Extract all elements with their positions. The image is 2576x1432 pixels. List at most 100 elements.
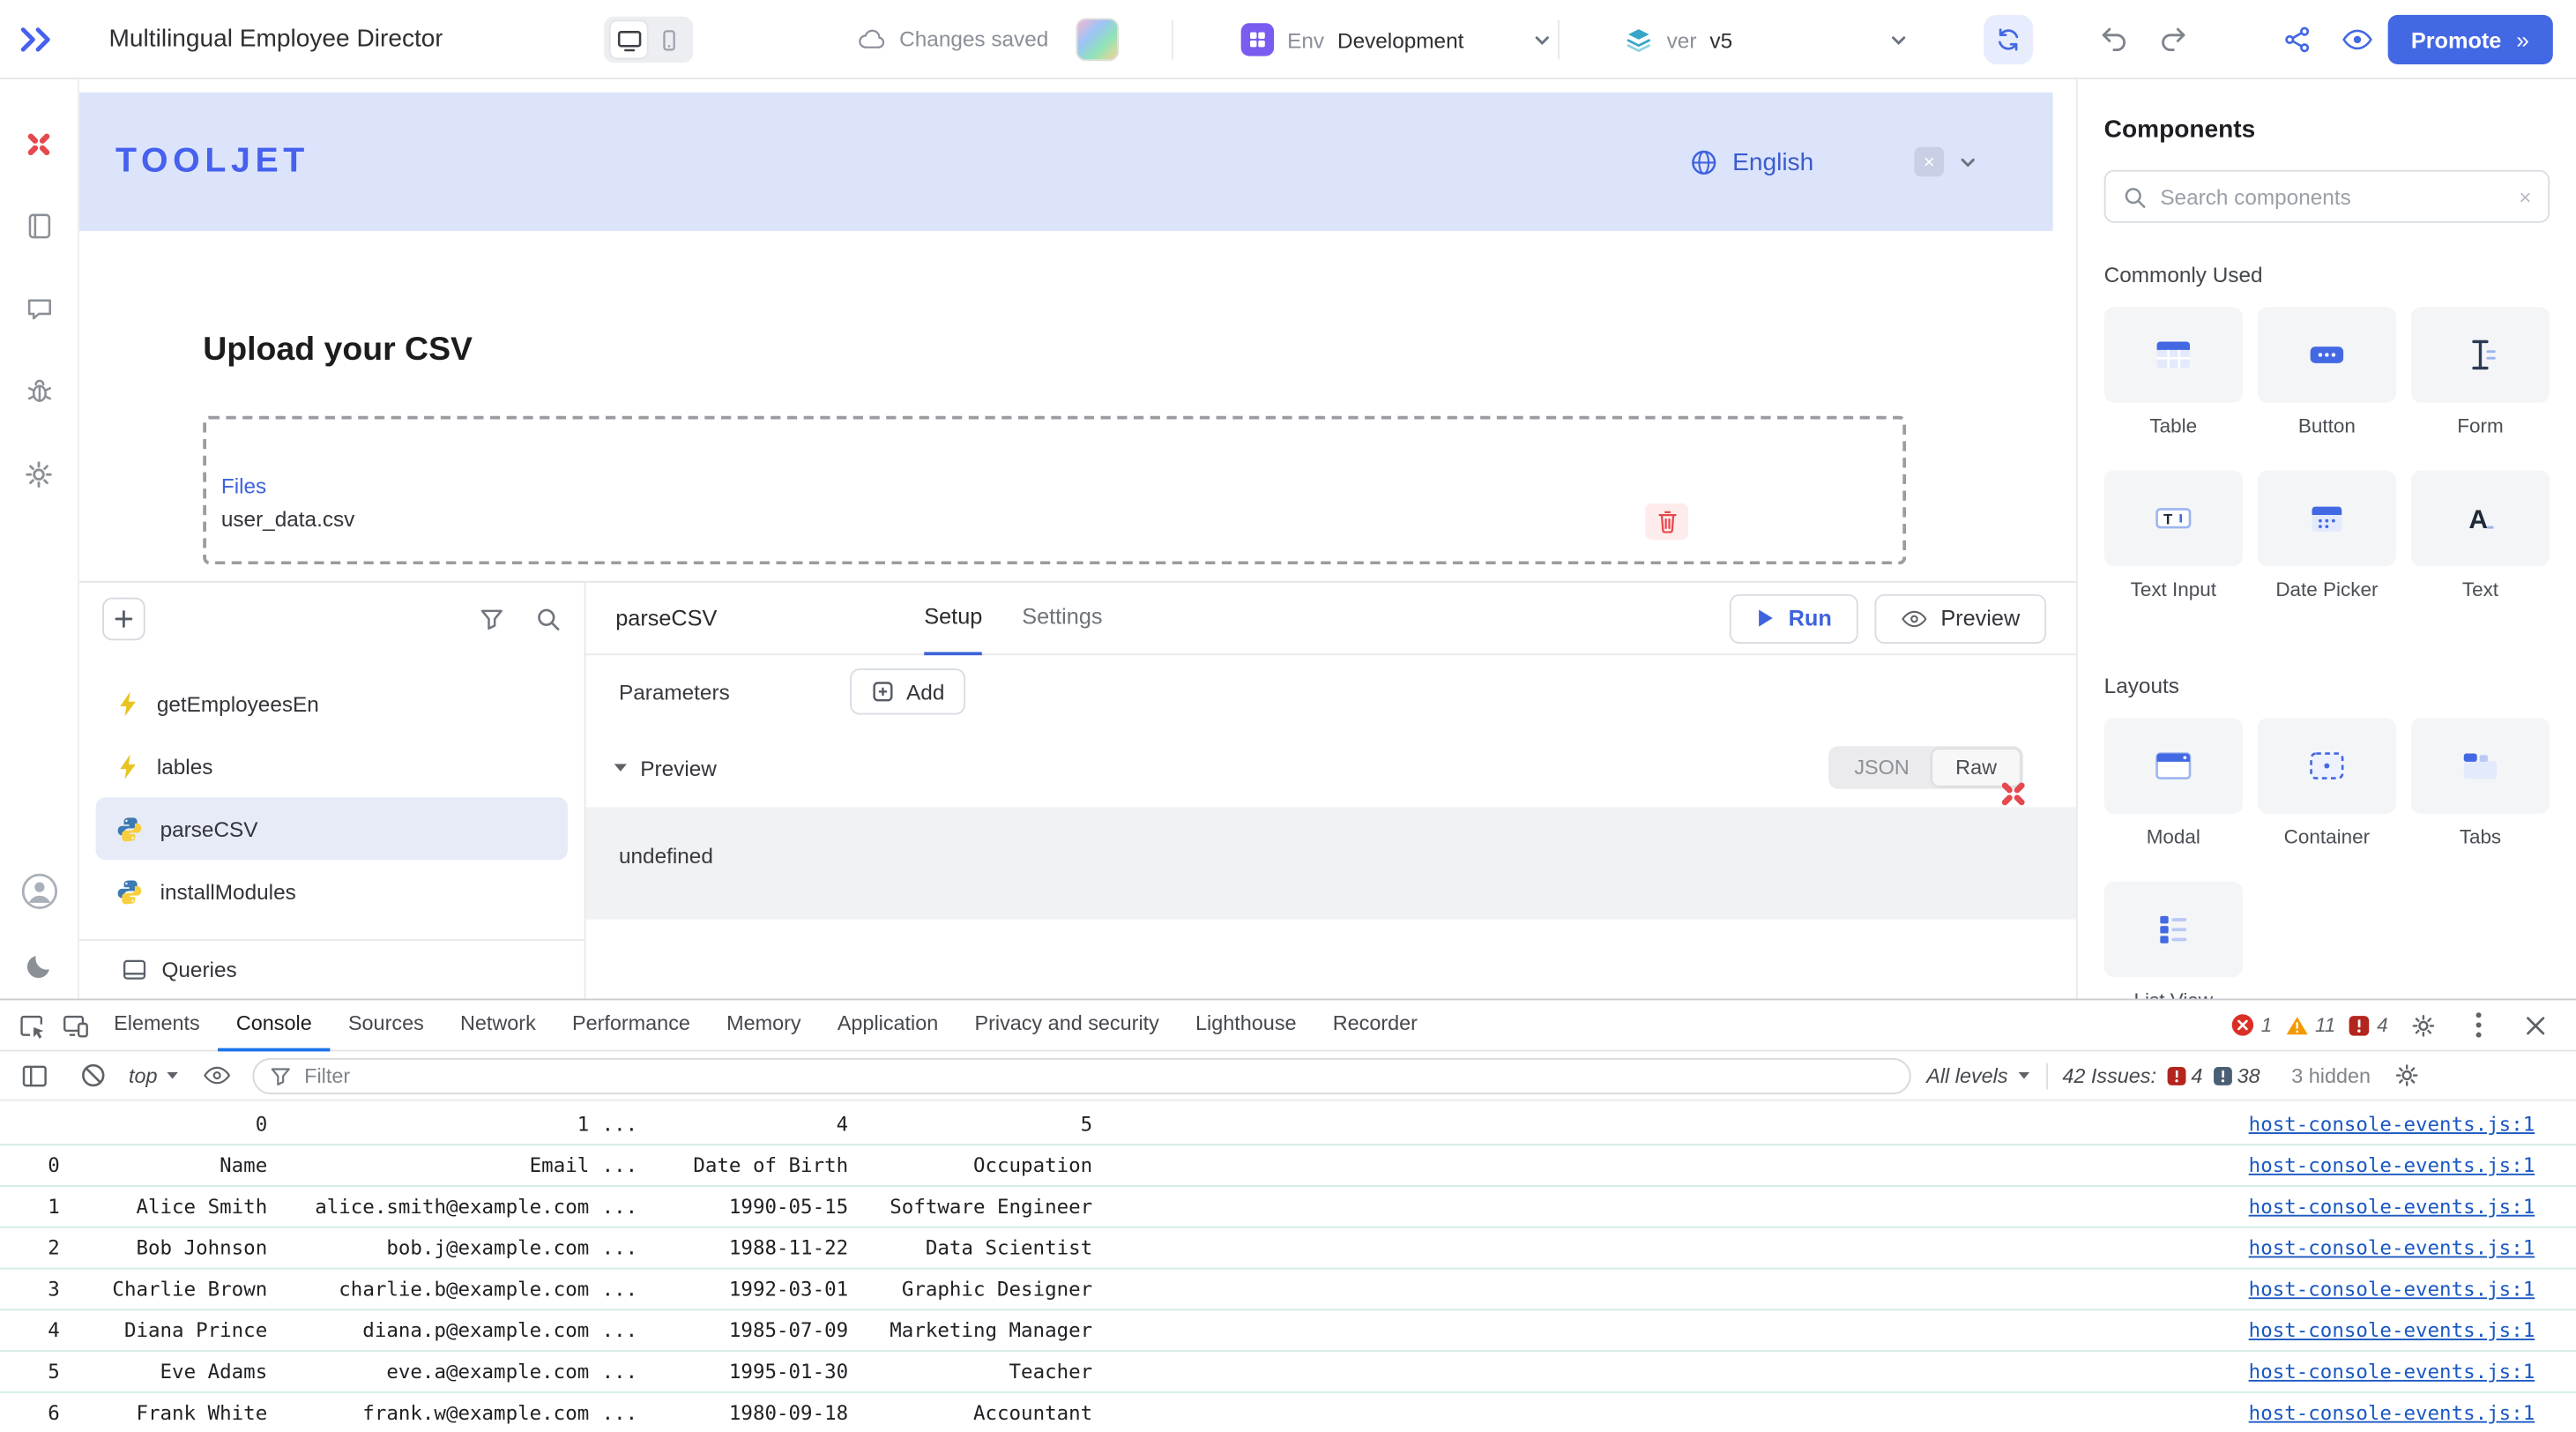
console-source-link[interactable]: host-console-events.js:1 [2249,1113,2535,1136]
warning-count[interactable]: 11 [2285,1013,2335,1036]
component-card-text-input[interactable]: T Text Input [2104,470,2243,600]
delete-file-button[interactable] [1645,503,1688,540]
tab-privacy-security[interactable]: Privacy and security [957,999,1178,1050]
tab-memory[interactable]: Memory [709,999,820,1050]
component-card-button[interactable]: Button [2258,307,2396,437]
chevron-down-icon [1959,153,1977,171]
clear-search-icon[interactable]: × [2519,184,2531,209]
file-dropzone[interactable]: Files user_data.csv [203,416,1906,564]
tab-setup[interactable]: Setup [924,583,982,655]
caret-down-icon[interactable] [612,761,629,774]
component-search[interactable]: × [2104,170,2550,223]
preview-eye-button[interactable] [2341,28,2373,51]
tab-console[interactable]: Console [218,999,330,1050]
console-source-link[interactable]: host-console-events.js:1 [2249,1153,2535,1176]
json-toggle[interactable]: JSON [1831,750,1932,786]
inspect-element-icon[interactable] [10,1003,53,1047]
error-count[interactable]: 1 [2231,1013,2272,1036]
tab-elements[interactable]: Elements [96,999,219,1050]
component-card-container[interactable]: Container [2258,718,2396,848]
environment-selector[interactable]: Env Development [1241,19,1552,59]
add-parameter-button[interactable]: Add [850,668,965,714]
collaborator-avatar[interactable] [1076,19,1119,62]
context-selector[interactable]: top [129,1063,181,1086]
user-avatar[interactable] [0,850,78,933]
console-source-link[interactable]: host-console-events.js:1 [2249,1195,2535,1218]
app-title[interactable]: Multilingual Employee Director [109,25,443,53]
divider [1172,19,1173,59]
devtools-menu-icon[interactable] [2457,1003,2500,1047]
devtools-settings-icon[interactable] [2401,1003,2445,1047]
release-sync-button[interactable] [1984,15,2033,64]
mobile-toggle-button[interactable] [651,21,687,57]
component-search-input[interactable] [2160,184,2505,209]
issues-summary[interactable]: 42 Issues: 4 38 [2062,1063,2260,1086]
queries-footer-toggle[interactable]: Queries [79,939,584,998]
share-button[interactable] [2282,25,2312,55]
tab-performance[interactable]: Performance [554,999,708,1050]
version-selector[interactable]: ver v5 [1624,19,1908,59]
component-card-list-view[interactable]: List View [2104,882,2243,999]
queries-footer-label: Queries [161,958,236,982]
rail-settings-icon[interactable] [0,432,78,515]
log-levels-selector[interactable]: All levels [1926,1063,2031,1086]
query-item[interactable]: getEmployeesEn [96,672,568,735]
component-card-text[interactable]: A Text [2411,470,2550,600]
preview-section-header: Preview JSON Raw [586,728,2076,808]
undo-button[interactable] [2099,25,2129,53]
run-query-button[interactable]: Run [1729,593,1858,643]
tab-network[interactable]: Network [442,999,554,1050]
query-name-label[interactable]: parseCSV [615,606,717,630]
console-source-link[interactable]: host-console-events.js:1 [2249,1319,2535,1342]
tab-recorder[interactable]: Recorder [1314,999,1435,1050]
console-settings-icon[interactable] [2386,1054,2429,1097]
search-queries-icon[interactable] [534,606,561,632]
preview-query-button[interactable]: Preview [1874,593,2046,643]
component-card-table[interactable]: Table [2104,307,2243,437]
button-icon [2305,335,2349,375]
console-source-link[interactable]: host-console-events.js:1 [2249,1360,2535,1383]
tab-settings[interactable]: Settings [1022,583,1102,655]
theme-toggle-moon-icon[interactable] [0,933,78,999]
console-source-link[interactable]: host-console-events.js:1 [2249,1278,2535,1301]
clear-console-icon[interactable] [71,1054,114,1097]
query-name: installModules [160,879,296,904]
rail-pages-icon[interactable] [0,185,78,268]
console-source-link[interactable]: host-console-events.js:1 [2249,1236,2535,1259]
tab-lighthouse[interactable]: Lighthouse [1177,999,1314,1050]
desktop-toggle-button[interactable] [611,21,647,57]
debug-pinwheel-icon[interactable] [1997,778,2029,810]
component-card-date-picker[interactable]: Date Picker [2258,470,2396,600]
console-sidebar-icon[interactable] [13,1054,56,1097]
rail-comments-icon[interactable] [0,267,78,350]
tab-application[interactable]: Application [819,999,957,1050]
console-source-link[interactable]: host-console-events.js:1 [2249,1401,2535,1424]
add-query-button[interactable] [102,598,145,641]
app-body: Upload your CSV Files user_data.csv [79,231,2076,564]
component-card-modal[interactable]: Modal [2104,718,2243,848]
live-expression-icon[interactable] [196,1054,239,1097]
language-selector[interactable]: English × [1689,147,1977,177]
component-card-form[interactable]: Form [2411,307,2550,437]
page-heading: Upload your CSV [203,332,2076,369]
query-list: getEmployeesEn lables parseCSV [79,583,586,999]
query-item[interactable]: installModules [96,860,568,922]
clear-language-icon[interactable]: × [1914,147,1944,177]
issues-badge-count[interactable]: 4 [2349,1013,2387,1036]
query-item-selected[interactable]: parseCSV [96,797,568,860]
devtools-close-icon[interactable] [2513,1003,2557,1047]
redo-button[interactable] [2158,25,2188,53]
rail-debugger-icon[interactable] [0,350,78,433]
preview-output: undefined [586,807,2076,919]
rail-pinwheel-icon[interactable] [0,102,78,185]
device-toolbar-icon[interactable] [53,1003,96,1047]
component-card-tabs[interactable]: Tabs [2411,718,2550,848]
promote-button[interactable]: Promote» [2388,15,2552,64]
query-item[interactable]: lables [96,735,568,797]
tab-sources[interactable]: Sources [330,999,442,1050]
console-filter[interactable] [253,1057,1911,1093]
console-filter-input[interactable] [304,1063,1895,1086]
filter-queries-icon[interactable] [479,606,505,632]
tooljet-logo-icon[interactable] [17,19,56,59]
preview-format-toggle: JSON Raw [1828,746,2023,789]
